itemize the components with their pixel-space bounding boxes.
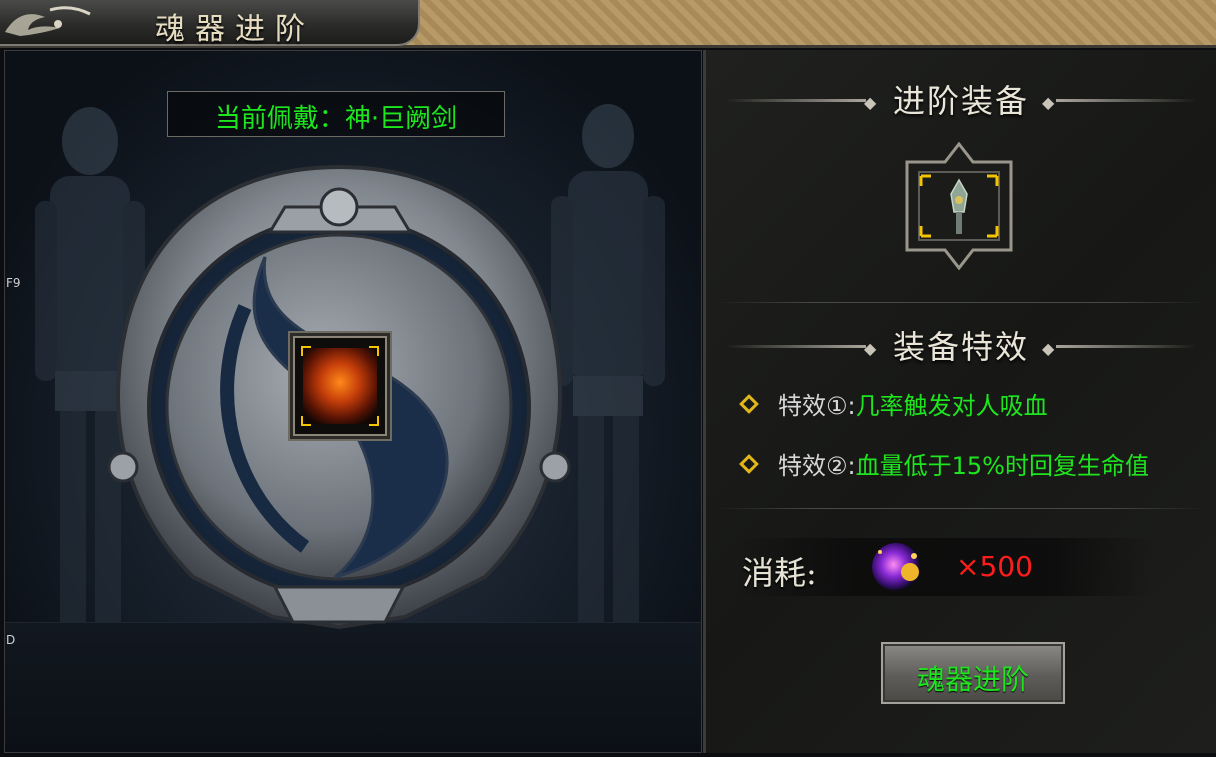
upgrade-button-label: 魂器进阶 xyxy=(916,663,1029,696)
scroll-ornament-icon xyxy=(5,6,91,36)
effect-row-1: 特效①:几率触发对人吸血 xyxy=(739,386,1048,422)
window-title: 魂器进阶 xyxy=(155,12,315,47)
floor-decor xyxy=(5,622,701,752)
side-label-d: D xyxy=(6,633,16,647)
effect-label: 特效①: xyxy=(778,392,856,420)
soul-orb-icon xyxy=(872,543,920,591)
consume-quantity: ×500 xyxy=(956,550,1033,583)
title-tab: 魂器进阶 xyxy=(0,0,420,47)
divider xyxy=(716,302,1206,303)
consume-label: 消耗: xyxy=(742,554,817,592)
effect-row-2: 特效②:血量低于15%时回复生命值 xyxy=(739,446,1149,482)
current-equipped-box: 当前佩戴：神·巨阙剑 xyxy=(167,91,505,137)
current-equipped-text: 当前佩戴：神·巨阙剑 xyxy=(214,104,458,134)
weapon-icon xyxy=(950,178,968,234)
effect-label: 特效②: xyxy=(778,452,856,480)
effects-section-header: ◆ 装备特效 ◆ xyxy=(726,322,1196,372)
diamond-bullet-icon xyxy=(739,454,759,474)
slot-corner-mark xyxy=(301,346,311,356)
ornament-right-icon: ◆ xyxy=(1042,93,1055,112)
center-item-slot[interactable] xyxy=(293,336,387,436)
equip-section-header: ◆ 进阶装备 ◆ xyxy=(726,76,1196,126)
scene-panel: 当前佩戴：神·巨阙剑 xyxy=(4,50,702,753)
effect-text: 几率触发对人吸血 xyxy=(855,392,1048,420)
slot-corner-mark xyxy=(369,346,379,356)
divider xyxy=(716,508,1206,509)
slot-corner-mark xyxy=(301,416,311,426)
side-label-f9: F9 xyxy=(6,276,21,290)
flame-figure-icon xyxy=(303,348,377,424)
effect-text: 血量低于15%时回复生命值 xyxy=(855,452,1149,480)
right-panel: ◆ 进阶装备 ◆ ◆ 装备特效 ◆ 特效①:几率触发对人吸血 特效②:血量低于1… xyxy=(703,50,1216,753)
slot-corner-mark xyxy=(369,416,379,426)
diamond-bullet-icon xyxy=(739,394,759,414)
upgrade-button[interactable]: 魂器进阶 xyxy=(881,642,1065,704)
ornament-right-icon: ◆ xyxy=(1042,339,1055,358)
